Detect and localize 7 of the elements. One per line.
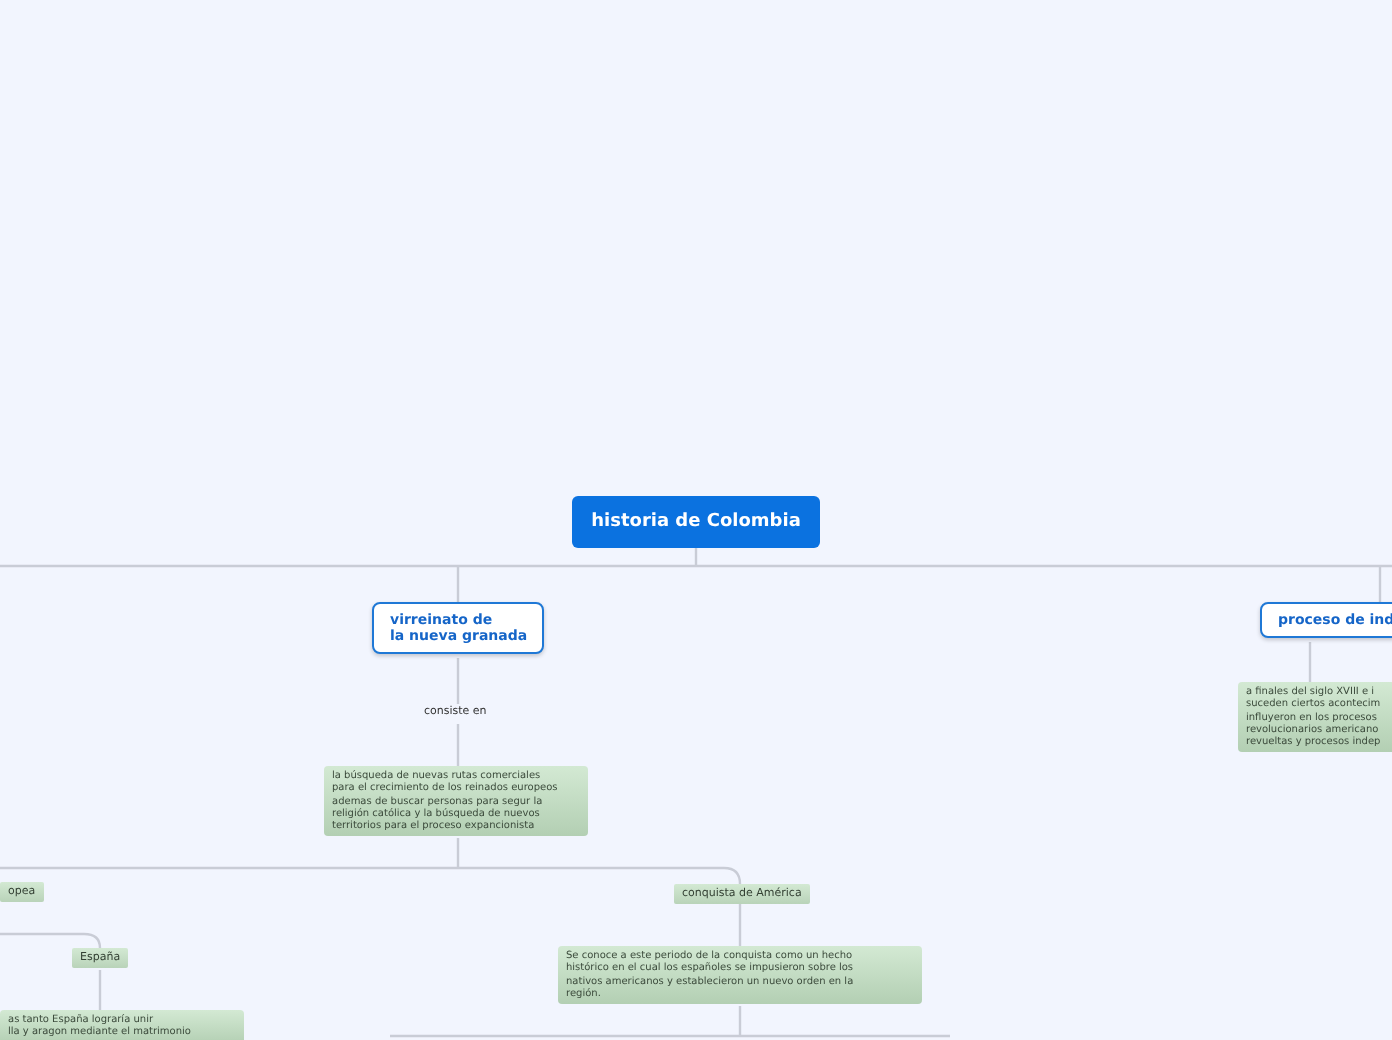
connector-line bbox=[1308, 642, 1312, 682]
connector-line bbox=[738, 904, 742, 946]
connector-line bbox=[456, 724, 460, 766]
connector-line bbox=[456, 658, 460, 704]
root-topic[interactable]: historia de Colombia bbox=[572, 496, 820, 548]
connector-line bbox=[98, 970, 102, 1010]
connector-line bbox=[0, 932, 102, 949]
